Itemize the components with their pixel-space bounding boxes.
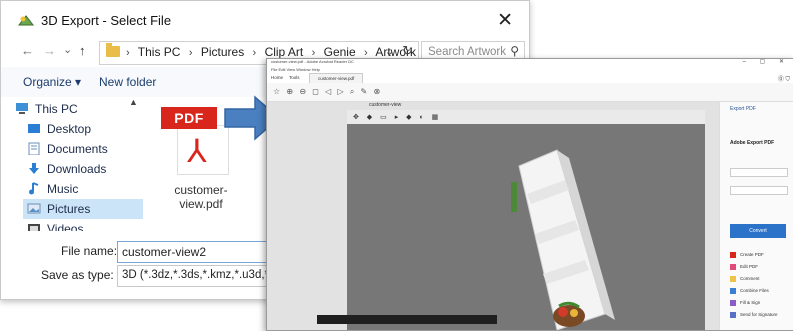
breadcrumb-pictures[interactable]: Pictures [201, 45, 244, 59]
window-controls[interactable]: – ▢ ✕ [743, 59, 790, 65]
tab-home[interactable]: Home [271, 75, 283, 80]
pdf-window-title: customer-view.pdf - Adobe Acrobat Reader… [271, 59, 354, 64]
document-header: customer-view [369, 102, 402, 108]
3d-tool-icons[interactable]: ✥ ◆ ▭ ▸ ◆ ◐ ▦ [353, 113, 441, 121]
nav-item-label: Desktop [47, 122, 92, 136]
nav-item-label: This PC [35, 102, 78, 116]
search-placeholder: Search Artwork [428, 46, 506, 58]
breadcrumb-genie[interactable]: Genie [324, 45, 356, 59]
right-tools-pane: Export PDF Adobe Export PDF Convert Crea… [719, 102, 793, 330]
3d-display-stand-model [511, 149, 615, 330]
nav-item-music[interactable]: Music [23, 179, 143, 199]
tool-combine-files[interactable]: Combine Files [730, 288, 769, 294]
nav-item-pictures[interactable]: Pictures [23, 199, 143, 219]
pdf-tab-bar: Home Tools customer-view.pdf ⓪ ⛉ [267, 73, 793, 84]
close-icon[interactable]: ✕ [497, 9, 513, 32]
tool-create-pdf[interactable]: Create PDF [730, 252, 764, 258]
save-type-select[interactable]: 3D (*.3dz,*.3ds,*.kmz,*.u3d,*.pdf) [117, 265, 279, 287]
export-pdf-header[interactable]: Export PDF [730, 106, 756, 112]
save-type-label: Save as type: [41, 268, 114, 282]
navigation-pane: This PC Desktop Documents Downloads Musi… [13, 97, 143, 231]
breadcrumb-separator: › [252, 47, 257, 59]
file-name-field[interactable]: customer-view2 [117, 241, 279, 263]
tool-edit-pdf[interactable]: Edit PDF [730, 264, 758, 270]
pdf-badge: PDF [161, 107, 217, 129]
breadcrumb-clip-art[interactable]: Clip Art [265, 45, 304, 59]
convert-button[interactable]: Convert [730, 224, 786, 238]
organize-button[interactable]: Organize ▾ [23, 75, 81, 89]
nav-item-label: Downloads [47, 162, 107, 176]
export-pdf-panel-title: Adobe Export PDF [730, 140, 775, 146]
new-folder-button[interactable]: New folder [99, 75, 156, 89]
nav-item-label: Music [47, 182, 79, 196]
tab-tools[interactable]: Tools [289, 75, 300, 80]
address-dropdown-icon[interactable]: ⌄ [385, 45, 394, 58]
tool-send-signature[interactable]: Send for Signature [730, 312, 778, 318]
file-name-field-label: File name: [61, 244, 118, 258]
tab-document-label: customer-view.pdf [318, 76, 355, 81]
file-name-value: customer-view2 [122, 245, 207, 259]
nav-item-videos[interactable]: Videos [23, 219, 143, 231]
scroll-up-icon[interactable]: ▲ [129, 97, 138, 107]
computer-icon [16, 103, 28, 114]
pdf-title-bar: customer-view.pdf - Adobe Acrobat Reader… [267, 59, 793, 67]
navigation-scrollbar[interactable]: ▲ [127, 97, 139, 231]
nav-item-label: Videos [47, 222, 84, 231]
nav-item-label: Documents [47, 142, 108, 156]
tool-fill-sign[interactable]: Fill & Sign [730, 300, 760, 306]
forward-arrow-icon[interactable]: → [43, 43, 56, 58]
breadcrumb-this-pc[interactable]: This PC [138, 45, 181, 59]
breadcrumb-separator: › [188, 47, 193, 59]
pdf-toolbar: ☆ ⊕ ⊖ ◻ ◁ ▷ ⌕ ✎ ⊗ [267, 83, 793, 102]
export-options-select[interactable] [730, 186, 788, 195]
3d-status-bar [317, 315, 497, 324]
app-icon [17, 15, 35, 26]
folder-icon [106, 43, 120, 57]
refresh-icon[interactable]: ↻ [402, 43, 413, 59]
downloads-folder-icon [29, 163, 39, 174]
export-format-select[interactable] [730, 168, 788, 177]
acrobat-logo-icon: ⅄ [187, 132, 207, 170]
pictures-folder-icon [27, 203, 41, 214]
pdf-menu-items[interactable]: File Edit View Window Help [271, 67, 320, 72]
save-type-value: 3D (*.3dz,*.3ds,*.kmz,*.u3d,*.pdf) [122, 269, 279, 281]
recent-locations-icon[interactable]: ⌄ [63, 43, 72, 56]
videos-folder-icon [28, 224, 40, 231]
pdf-reader-window: customer-view.pdf - Adobe Acrobat Reader… [266, 58, 793, 331]
pdf-file-icon: ⅄ [177, 125, 229, 175]
dialog-title: 3D Export - Select File [41, 13, 172, 28]
tool-comment[interactable]: Comment [730, 276, 760, 282]
up-arrow-icon[interactable]: ↑ [79, 43, 86, 58]
nav-item-downloads[interactable]: Downloads [23, 159, 143, 179]
breadcrumb-separator: › [126, 47, 130, 59]
dialog-title-bar: 3D Export - Select File ✕ [1, 1, 529, 41]
3d-toolbar[interactable]: ✥ ◆ ▭ ▸ ◆ ◐ ▦ [347, 110, 705, 124]
documents-folder-icon [28, 142, 40, 155]
nav-item-documents[interactable]: Documents [23, 139, 143, 159]
back-arrow-icon[interactable]: ← [21, 43, 34, 58]
nav-item-this-pc[interactable]: This PC [16, 99, 143, 119]
music-folder-icon [29, 182, 39, 195]
desktop-folder-icon [28, 124, 40, 133]
nav-item-label: Pictures [47, 202, 91, 216]
document-area: customer-view ✥ ◆ ▭ ▸ ◆ ◐ ▦ [267, 102, 719, 330]
nav-item-desktop[interactable]: Desktop [23, 119, 143, 139]
file-name-label: customer-view.pdf [174, 183, 228, 211]
pdf-toolbar-icons[interactable]: ☆ ⊕ ⊖ ◻ ◁ ▷ ⌕ ✎ ⊗ [273, 87, 382, 97]
search-icon: ⚲ [510, 44, 519, 58]
pdf-page-3d-view[interactable]: ✥ ◆ ▭ ▸ ◆ ◐ ▦ [347, 110, 705, 330]
breadcrumb: › This PC › Pictures › Clip Art › Genie … [126, 45, 421, 59]
